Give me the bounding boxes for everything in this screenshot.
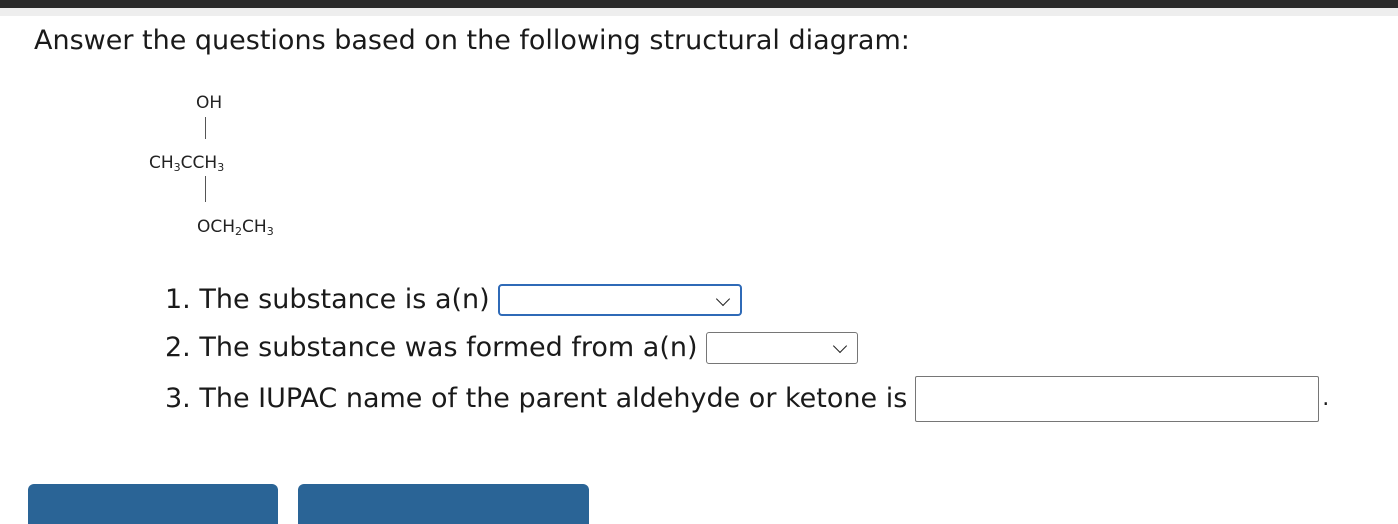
trailing-period: .: [1322, 386, 1330, 411]
top-strip: [0, 0, 1398, 8]
central-carbon-row: CH3CCH3: [149, 153, 225, 174]
question-2: 2. The substance was formed from a(n): [165, 328, 858, 368]
top-shade: [0, 8, 1398, 16]
top-bar: [0, 0, 1398, 16]
question-1: 1. The substance is a(n): [165, 280, 742, 320]
structural-diagram: OH CH3CCH3 OCH2CH3: [140, 84, 340, 244]
formed-from-select[interactable]: [705, 332, 858, 364]
primary-action-button[interactable]: [28, 484, 278, 524]
question-2-label: 2. The substance was formed from a(n): [165, 332, 698, 363]
secondary-action-button[interactable]: [298, 484, 589, 524]
ethoxy-group: OCH2CH3: [197, 217, 274, 238]
substance-type-select[interactable]: [497, 284, 742, 316]
chevron-down-icon: [832, 338, 847, 354]
oh-group: OH: [196, 93, 223, 113]
question-prompt: Answer the questions based on the follow…: [34, 25, 910, 56]
question-1-label: 1. The substance is a(n): [165, 284, 490, 315]
iupac-name-input[interactable]: [915, 376, 1320, 422]
chevron-down-icon: [715, 291, 730, 307]
question-3-label: 3. The IUPAC name of the parent aldehyde…: [165, 383, 908, 414]
bond-top: [205, 117, 206, 139]
question-3: 3. The IUPAC name of the parent aldehyde…: [165, 376, 1329, 422]
bond-bottom: [205, 176, 206, 202]
